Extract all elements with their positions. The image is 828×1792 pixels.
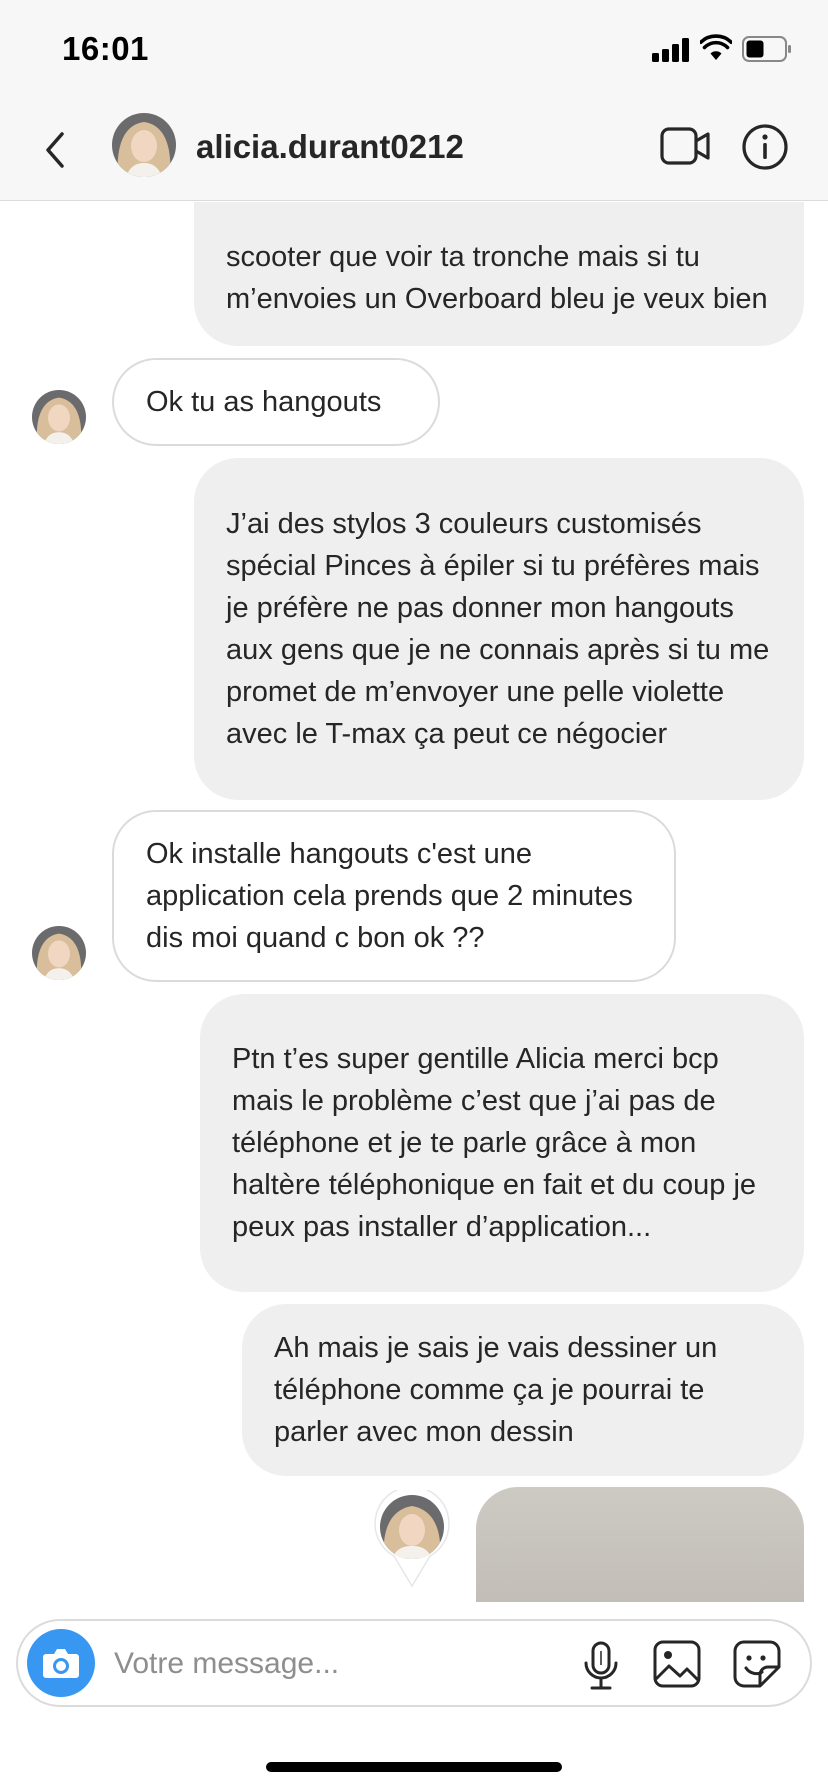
message-text: scooter que voir ta tronche mais si tu m…	[226, 241, 768, 315]
message-input[interactable]	[114, 1643, 494, 1685]
microphone-icon[interactable]	[580, 1641, 622, 1691]
chat-username[interactable]: alicia.durant0212	[196, 128, 464, 166]
message-text: Ok tu as hangouts	[146, 386, 382, 418]
gallery-icon[interactable]	[652, 1639, 702, 1689]
message-bubble-outgoing[interactable]: Ptn t’es super gentille Alicia merci bcp…	[200, 994, 804, 1292]
message-text: Ok installe hangouts c'est une applicati…	[146, 838, 633, 954]
image-message[interactable]	[476, 1487, 804, 1602]
message-bubble-outgoing[interactable]: Ah mais je sais je vais dessiner un télé…	[242, 1304, 804, 1476]
message-composer	[16, 1619, 812, 1707]
sticker-icon[interactable]	[732, 1639, 782, 1689]
message-text: J’ai des stylos 3 couleurs customisés sp…	[226, 508, 770, 750]
avatar[interactable]	[112, 113, 176, 177]
message-bubble-outgoing[interactable]: scooter que voir ta tronche mais si tu m…	[194, 202, 804, 346]
message-bubble-outgoing[interactable]: J’ai des stylos 3 couleurs customisés sp…	[194, 458, 804, 800]
home-indicator	[266, 1762, 562, 1772]
seen-avatar-icon	[374, 1490, 450, 1588]
message-bubble-incoming[interactable]: Ok tu as hangouts	[112, 358, 440, 446]
battery-icon	[742, 36, 791, 62]
chat-header: alicia.durant0212	[0, 100, 828, 201]
message-bubble-incoming[interactable]: Ok installe hangouts c'est une applicati…	[112, 810, 676, 982]
sender-avatar[interactable]	[32, 390, 86, 444]
sender-avatar[interactable]	[32, 926, 86, 980]
camera-icon[interactable]	[27, 1629, 95, 1697]
status-bar: 16:01	[0, 0, 828, 100]
message-text: Ptn t’es super gentille Alicia merci bcp…	[232, 1043, 757, 1243]
chevron-left-icon[interactable]	[38, 122, 74, 178]
status-time: 16:01	[62, 30, 149, 67]
info-circle-icon[interactable]	[740, 122, 790, 172]
cellular-signal-icon	[652, 38, 690, 62]
message-text: Ah mais je sais je vais dessiner un télé…	[274, 1332, 718, 1448]
wifi-icon	[700, 34, 732, 60]
video-camera-icon[interactable]	[660, 124, 712, 168]
message-thread[interactable]: scooter que voir ta tronche mais si tu m…	[0, 202, 828, 1602]
